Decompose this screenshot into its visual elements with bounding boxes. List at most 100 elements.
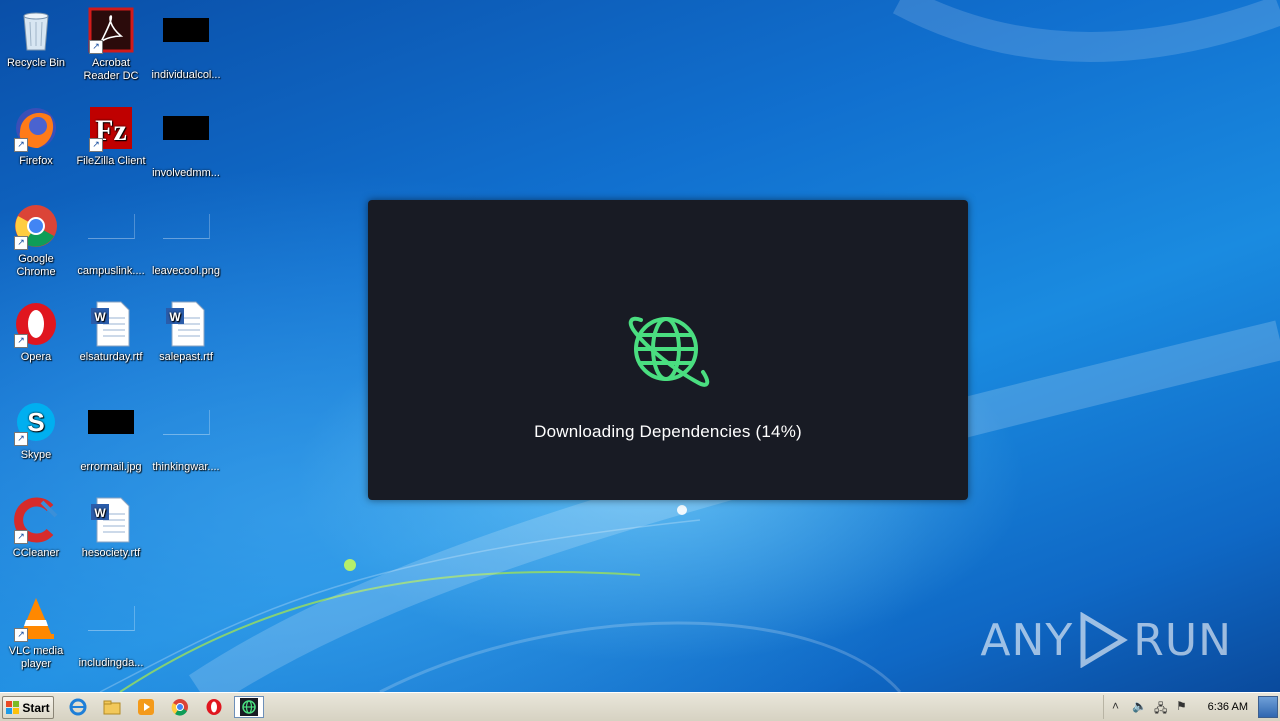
vlc-icon: ↗ <box>12 594 60 642</box>
desktop-icon-chrome[interactable]: ↗ Google Chrome <box>0 202 74 279</box>
desktop-icon-firefox[interactable]: ↗ Firefox <box>0 104 74 168</box>
desktop-icon-label: Firefox <box>19 155 53 167</box>
show-desktop-button[interactable] <box>1258 696 1278 718</box>
filezilla-icon: Fz ↗ <box>87 104 135 152</box>
desktop-icon-skype[interactable]: S ↗ Skype <box>0 398 74 462</box>
desktop-icon-ccleaner[interactable]: ↗ CCleaner <box>0 496 74 560</box>
download-status-text: Downloading Dependencies (14%) <box>534 422 802 441</box>
shortcut-arrow-icon: ↗ <box>14 236 28 250</box>
taskbar-chrome[interactable] <box>168 696 192 718</box>
download-dialog: Downloading Dependencies (14%) <box>368 200 968 500</box>
black-file-thumbnail <box>87 410 135 458</box>
watermark-text-left: ANY <box>980 614 1074 666</box>
ccleaner-icon: ↗ <box>12 496 60 544</box>
desktop-icon-label: Acrobat Reader DC <box>83 57 139 82</box>
desktop-icon-label: leavecool.png <box>152 265 220 277</box>
desktop-icon-label: Recycle Bin <box>6 57 66 69</box>
opera-icon: ↗ <box>12 300 60 348</box>
desktop-icon-file[interactable]: thinkingwar.... <box>148 398 224 474</box>
taskbar-file-explorer[interactable] <box>100 696 124 718</box>
desktop-icon-label: Opera <box>20 351 52 363</box>
play-logo-icon <box>1080 612 1129 668</box>
desktop-icon-file[interactable]: involvedmm... <box>148 104 224 180</box>
black-file-thumbnail <box>162 116 210 164</box>
desktop-icon-label: errormail.jpg <box>80 461 142 473</box>
shortcut-arrow-icon: ↗ <box>89 138 103 152</box>
taskbar-internet-explorer[interactable] <box>66 696 90 718</box>
volume-icon[interactable]: 🔈 <box>1132 699 1147 713</box>
desktop-icon-label: thinkingwar.... <box>152 461 220 473</box>
desktop: Recycle Bin ↗ Firefox ↗ Google Chrome ↗ … <box>0 0 1280 692</box>
blank-file-thumbnail <box>87 606 135 654</box>
chrome-icon <box>171 699 188 716</box>
desktop-icon-file[interactable]: leavecool.png <box>148 202 224 278</box>
start-button[interactable]: Start <box>2 696 54 719</box>
svg-text:W: W <box>94 506 106 520</box>
action-center-flag-icon[interactable]: ⚑ <box>1176 699 1187 713</box>
anyrun-watermark: ANY RUN <box>980 612 1232 668</box>
desktop-icon-file[interactable]: individualcol... <box>148 6 224 82</box>
desktop-icon-filezilla[interactable]: Fz ↗ FileZilla Client <box>73 104 149 168</box>
shortcut-arrow-icon: ↗ <box>14 432 28 446</box>
svg-text:W: W <box>94 310 106 324</box>
desktop-icon-label: VLC media player <box>8 645 64 670</box>
file-explorer-icon <box>103 700 121 715</box>
acrobat-icon: ↗ <box>87 6 135 54</box>
network-icon[interactable]: 🖧 <box>1154 699 1167 720</box>
desktop-icon-file[interactable]: errormail.jpg <box>73 398 149 474</box>
desktop-icon-file[interactable]: W hesociety.rtf <box>73 496 149 560</box>
desktop-icon-opera[interactable]: ↗ Opera <box>0 300 74 364</box>
desktop-icon-label: individualcol... <box>151 69 221 81</box>
taskbar-opera[interactable] <box>202 696 226 718</box>
clock[interactable]: 6:36 AM <box>1208 701 1248 713</box>
svg-text:S: S <box>27 407 44 437</box>
taskbar-globe-app[interactable] <box>234 696 264 718</box>
desktop-icon-label: hesociety.rtf <box>81 547 141 559</box>
blank-file-thumbnail <box>162 214 210 262</box>
black-file-thumbnail <box>162 18 210 66</box>
opera-icon <box>206 699 222 715</box>
desktop-icon-file[interactable]: includingda... <box>73 594 149 670</box>
desktop-icon-label: involvedmm... <box>152 167 220 179</box>
desktop-icon-label: Skype <box>20 449 52 461</box>
desktop-icon-label: includingda... <box>78 657 144 669</box>
desktop-icon-file[interactable]: campuslink.... <box>73 202 149 278</box>
svg-text:W: W <box>169 310 181 324</box>
desktop-icon-label: Google Chrome <box>16 253 56 278</box>
word-document-icon: W <box>87 300 135 348</box>
shortcut-arrow-icon: ↗ <box>14 138 28 152</box>
globe-app-icon <box>240 698 258 716</box>
desktop-icon-label: salepast.rtf <box>159 351 213 363</box>
media-player-icon <box>138 699 154 715</box>
windows-logo-icon <box>6 700 20 714</box>
watermark-text-right: RUN <box>1133 614 1232 666</box>
word-document-icon: W <box>162 300 210 348</box>
taskbar: Start ˄ 🔈 🖧 ⚑ 6:36 AM <box>0 692 1280 721</box>
desktop-icon-file[interactable]: W elsaturday.rtf <box>73 300 149 364</box>
shortcut-arrow-icon: ↗ <box>89 40 103 54</box>
recycle-bin-icon <box>12 6 60 54</box>
system-tray: ˄ 🔈 🖧 ⚑ 6:36 AM <box>1103 695 1280 719</box>
desktop-icon-acrobat[interactable]: ↗ Acrobat Reader DC <box>73 6 149 83</box>
word-document-icon: W <box>87 496 135 544</box>
show-hidden-icons-icon[interactable]: ˄ <box>1112 699 1119 713</box>
skype-icon: S ↗ <box>12 398 60 446</box>
desktop-icon-recycle-bin[interactable]: Recycle Bin <box>0 6 74 70</box>
chrome-icon: ↗ <box>12 202 60 250</box>
shortcut-arrow-icon: ↗ <box>14 628 28 642</box>
desktop-icon-label: FileZilla Client <box>76 155 146 167</box>
firefox-icon: ↗ <box>12 104 60 152</box>
start-label: Start <box>22 700 50 715</box>
desktop-icon-file[interactable]: W salepast.rtf <box>148 300 224 364</box>
internet-explorer-icon <box>69 698 87 716</box>
shortcut-arrow-icon: ↗ <box>14 334 28 348</box>
desktop-icon-label: campuslink.... <box>77 265 145 277</box>
desktop-icon-label: CCleaner <box>12 547 60 559</box>
taskbar-media-player[interactable] <box>134 696 158 718</box>
shortcut-arrow-icon: ↗ <box>14 530 28 544</box>
blank-file-thumbnail <box>87 214 135 262</box>
desktop-icon-vlc[interactable]: ↗ VLC media player <box>0 594 74 671</box>
desktop-icon-label: elsaturday.rtf <box>79 351 143 363</box>
blank-file-thumbnail <box>162 410 210 458</box>
globe-icon <box>628 316 710 387</box>
